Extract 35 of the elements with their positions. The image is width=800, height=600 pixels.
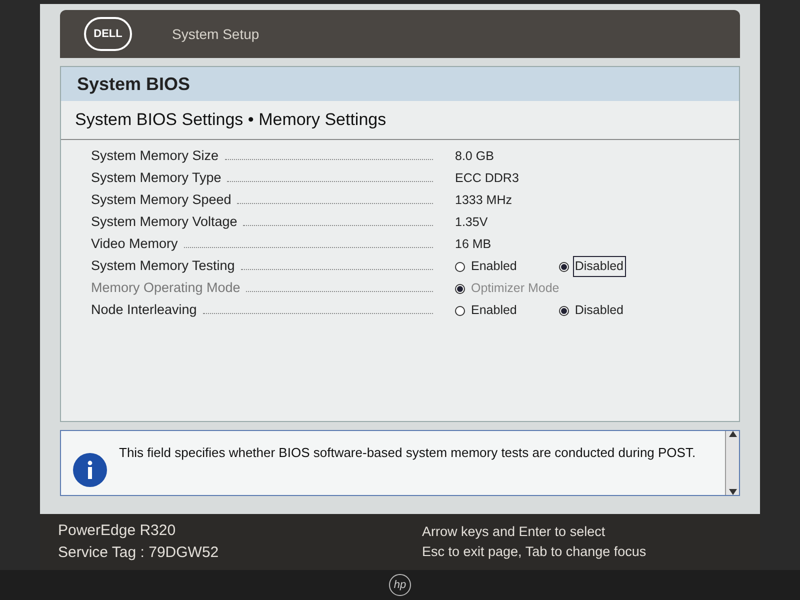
setting-label[interactable]: System Memory Voltage <box>91 212 238 233</box>
radio-button[interactable] <box>558 306 569 316</box>
info-icon <box>73 453 107 487</box>
setting-label[interactable]: System Memory Type <box>91 168 222 189</box>
scrollbar[interactable] <box>725 431 739 495</box>
radio-button[interactable] <box>455 262 465 272</box>
setting-value: 1333 MHz <box>455 192 512 210</box>
bezel-logo: hp <box>389 574 411 596</box>
setting-label[interactable]: Video Memory <box>91 234 178 255</box>
radio-label: Disabled <box>572 256 626 277</box>
radio-button[interactable] <box>558 262 569 272</box>
setting-value: ECC DDR3 <box>455 170 519 188</box>
radio-label: Disabled <box>574 302 625 320</box>
scroll-down-icon[interactable] <box>728 489 736 495</box>
setting-label[interactable]: System Memory Size <box>91 146 219 167</box>
setting-label[interactable]: System Memory Testing <box>91 256 235 277</box>
radio-label: Enabled <box>470 258 518 276</box>
key-hint: Arrow keys and Enter to select <box>422 522 606 541</box>
key-hint: Esc to exit page, Tab to change focus <box>422 543 648 561</box>
setting-label[interactable]: System Memory Speed <box>91 190 232 211</box>
help-text: This field specifies whether BIOS software-based system memory tests are conducted during POST. <box>119 444 697 462</box>
setting-label[interactable]: Node Interleaving <box>91 300 197 321</box>
header-title: System Setup <box>172 24 260 44</box>
radio-button[interactable] <box>455 306 465 316</box>
radio-label: Optimizer Mode <box>470 280 560 298</box>
scroll-up-icon[interactable] <box>728 431 736 437</box>
service-tag: Service Tag : 79DGW52 <box>58 542 219 564</box>
panel-title: System BIOS <box>61 67 739 101</box>
logo: DELL <box>84 17 132 51</box>
setting-value: 8.0 GB <box>455 148 494 166</box>
setting-value: 1.35V <box>455 214 488 232</box>
radio-label: Enabled <box>470 302 518 320</box>
model-name: PowerEdge R320 <box>58 520 177 540</box>
setting-value: 16 MB <box>455 236 492 254</box>
panel-subtitle: System BIOS Settings • Memory Settings <box>61 101 739 140</box>
